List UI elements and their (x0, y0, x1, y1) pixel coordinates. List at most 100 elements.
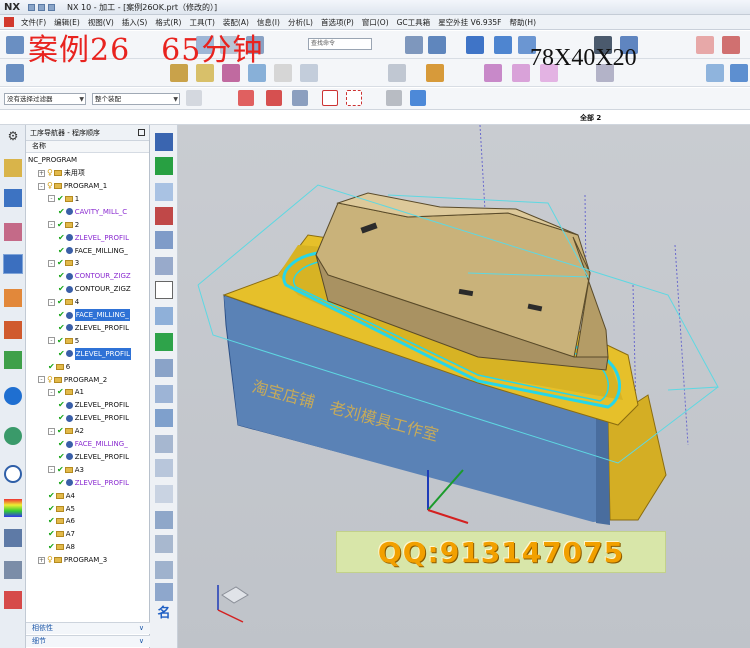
operation-row[interactable]: ✔ ZLEVEL_PROFIL (58, 322, 129, 335)
constraint-navigator-icon[interactable] (4, 189, 22, 207)
menu-item[interactable]: 帮助(H) (506, 17, 541, 28)
tree-row[interactable]: - ✔ A2 (48, 425, 84, 438)
mill-planar-icon[interactable] (155, 157, 173, 175)
history-clock-icon[interactable] (4, 465, 22, 483)
kinematics-icon[interactable] (4, 529, 22, 547)
point-snap-icon[interactable] (238, 90, 254, 106)
robot-icon[interactable] (4, 561, 22, 579)
collapse-icon[interactable]: - (48, 427, 55, 435)
tree-row[interactable]: - ✔ 1 (48, 193, 79, 206)
collapse-icon[interactable]: - (48, 195, 55, 203)
tree-row[interactable]: - ✔ A3 (48, 464, 84, 477)
expand-icon[interactable]: + (38, 556, 45, 564)
machine-navigator-icon[interactable] (4, 289, 22, 307)
menu-item[interactable]: 文件(F) (17, 17, 50, 28)
menu-item[interactable]: GC工具箱 (393, 17, 435, 28)
path-check-icon[interactable] (155, 409, 173, 427)
operation-row[interactable]: ✔ ZLEVEL_PROFIL (58, 399, 129, 412)
operation-row[interactable]: ✔ ZLEVEL_PROFIL (58, 412, 129, 425)
window-icon[interactable] (155, 485, 173, 503)
collapse-icon[interactable]: - (48, 388, 55, 396)
path-edit-icon[interactable] (155, 359, 173, 377)
sheet-icon[interactable] (706, 64, 724, 82)
expand-icon[interactable]: + (38, 169, 45, 177)
midpoint-icon[interactable] (292, 90, 308, 106)
operation-navigator-icon[interactable] (3, 254, 23, 274)
program-row[interactable]: - ♀ PROGRAM_1 (38, 180, 107, 193)
tree-row[interactable]: - ✔ 5 (48, 335, 79, 348)
pattern-icon[interactable] (484, 64, 502, 82)
crosshair-icon[interactable] (155, 281, 173, 299)
feeds-icon[interactable] (155, 307, 173, 325)
view-cube-2-icon[interactable] (494, 36, 512, 54)
collapse-icon[interactable]: - (48, 298, 55, 306)
collapse-icon[interactable]: - (38, 376, 45, 384)
menu-icon[interactable] (4, 17, 14, 27)
collapse-icon[interactable]: - (48, 337, 55, 345)
tree-row[interactable]: - ✔ 4 (48, 296, 79, 309)
menu-item[interactable]: 格式(R) (151, 17, 185, 28)
tree-row[interactable]: NC_PROGRAM (28, 154, 77, 167)
checkmark-icon[interactable] (155, 333, 173, 351)
block-icon[interactable] (426, 64, 444, 82)
path-list-icon[interactable] (155, 385, 173, 403)
solid-icon[interactable] (386, 90, 402, 106)
details-panel[interactable]: 细节 ∨ (26, 635, 150, 647)
book-open-icon[interactable] (155, 183, 173, 201)
menu-item[interactable]: 编辑(E) (50, 17, 84, 28)
save-icon[interactable] (28, 3, 35, 11)
create-program-icon[interactable] (6, 64, 24, 82)
tree-row[interactable]: - ✔ 3 (48, 257, 79, 270)
zoom-icon[interactable] (405, 36, 423, 54)
postprocess-icon[interactable] (300, 64, 318, 82)
face-icon[interactable] (410, 90, 426, 106)
lasso-icon[interactable] (346, 90, 362, 106)
table-icon[interactable] (155, 535, 173, 553)
menu-item[interactable]: 视图(V) (84, 17, 118, 28)
cut-triangle-icon[interactable] (155, 207, 173, 225)
view-cube-icon[interactable] (466, 36, 484, 54)
multi-drill-icon[interactable] (155, 257, 173, 275)
program-row[interactable]: + ♀ 未用项 (38, 167, 85, 180)
collapse-icon[interactable]: - (48, 466, 55, 474)
cut-path-icon[interactable] (155, 561, 173, 579)
fit-icon[interactable] (428, 36, 446, 54)
start-icon[interactable] (6, 36, 24, 54)
tree-row[interactable]: - ✔ A1 (48, 386, 84, 399)
operation-row[interactable]: ✔ FACE_MILLING_ (58, 438, 128, 451)
tree-row[interactable]: ✔ A4 (48, 489, 75, 502)
menu-item[interactable]: 信息(I) (253, 17, 284, 28)
book-icon[interactable] (730, 64, 748, 82)
tree-row[interactable]: ✔ 6 (48, 360, 70, 373)
roles-icon[interactable] (4, 591, 22, 609)
maximize-icon[interactable] (138, 129, 145, 136)
operation-row[interactable]: ✔ FACE_MILLING_ (58, 244, 128, 257)
menu-item[interactable]: 星空外挂 V6.935F (434, 17, 505, 28)
tree-row[interactable]: ✔ A7 (48, 528, 75, 541)
tree-row[interactable]: ✔ A8 (48, 541, 75, 554)
sparkle-icon[interactable] (155, 435, 173, 453)
operation-row[interactable]: ✔ ZLEVEL_PROFIL (58, 451, 129, 464)
menu-item[interactable]: 工具(T) (185, 17, 218, 28)
undo-icon[interactable] (38, 3, 45, 11)
menu-item[interactable]: 分析(L) (284, 17, 317, 28)
selection-filter-select[interactable]: 没有选择过滤器 ▼ (4, 93, 86, 105)
tree-row[interactable]: ✔ A5 (48, 502, 75, 515)
settings-gear-icon[interactable]: ⚙ (4, 129, 22, 147)
assembly-navigator-icon[interactable] (4, 159, 22, 177)
pencil-icon[interactable] (155, 583, 173, 601)
operation-row[interactable]: ✔ ZLEVEL_PROFIL (58, 477, 129, 490)
tree-row[interactable]: - ✔ 2 (48, 219, 79, 232)
arc-icon[interactable] (696, 36, 714, 54)
operation-row[interactable]: ✔ CAVITY_MILL_C (58, 206, 127, 219)
menu-item[interactable]: 窗口(O) (358, 17, 393, 28)
list-view-icon[interactable] (155, 511, 173, 529)
part-navigator-icon[interactable] (4, 223, 22, 241)
command-finder-input[interactable]: 查找命令 (308, 38, 372, 50)
tree-row[interactable]: ✔ A6 (48, 515, 75, 528)
snap-icon[interactable] (186, 90, 202, 106)
operation-row[interactable]: ✔ FACE_MILLING_ (58, 309, 130, 322)
tool-change-icon[interactable] (155, 459, 173, 477)
dependency-panel[interactable]: 相依性 ∨ (26, 622, 150, 634)
collapse-icon[interactable]: - (48, 221, 55, 229)
